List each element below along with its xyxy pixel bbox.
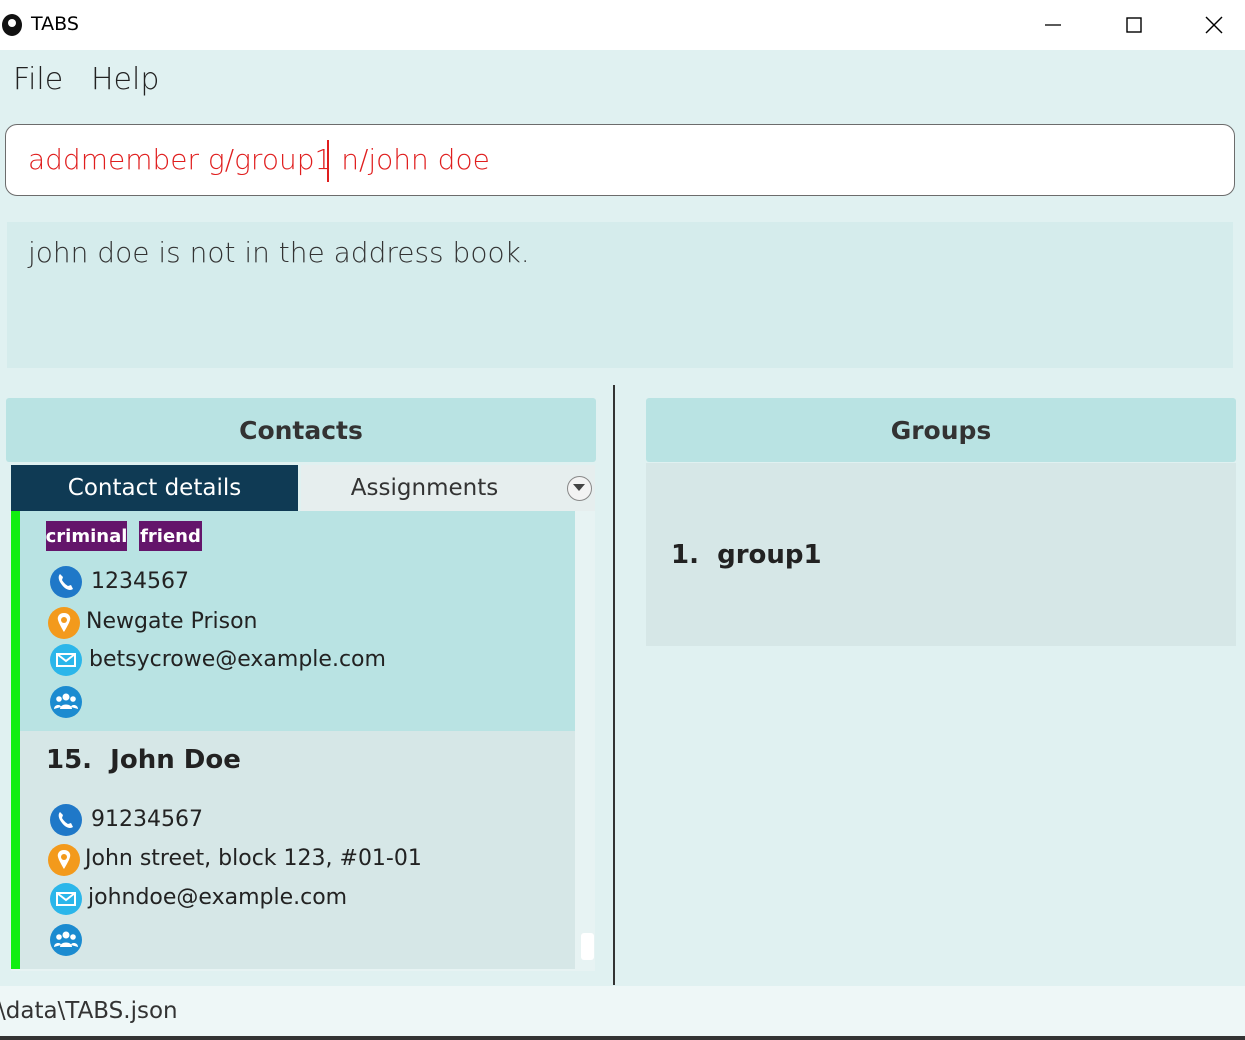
- tag-badge: criminal: [46, 521, 127, 551]
- group-icon: [50, 686, 82, 718]
- tab-assignments[interactable]: Assignments: [301, 465, 548, 511]
- minimize-icon: [1045, 24, 1061, 26]
- close-button[interactable]: [1174, 0, 1245, 50]
- contacts-header: Contacts: [6, 398, 596, 462]
- tab-contact-details[interactable]: Contact details: [11, 465, 298, 511]
- command-input[interactable]: addmember g/group1 n/john doe: [5, 124, 1235, 196]
- text-caret: [327, 140, 329, 182]
- email-icon: [50, 883, 82, 915]
- result-display: john doe is not in the address book.: [7, 222, 1233, 368]
- group-icon: [50, 924, 82, 956]
- contact-name-text: John Doe: [110, 745, 241, 775]
- groups-header: Groups: [646, 398, 1236, 462]
- contact-index: 15.: [46, 745, 93, 775]
- menu-bar: [0, 50, 1245, 114]
- contact-phone: 91234567: [91, 807, 203, 832]
- menu-file[interactable]: File: [13, 62, 63, 97]
- phone-icon: [50, 804, 82, 836]
- tag-badge: friend: [139, 521, 202, 551]
- maximize-button[interactable]: [1094, 0, 1174, 50]
- contact-address: Newgate Prison: [86, 609, 258, 634]
- menu-help[interactable]: Help: [91, 62, 159, 97]
- close-icon: [1205, 16, 1223, 34]
- minimize-button[interactable]: [1013, 0, 1093, 50]
- contact-name: 15. John Doe: [46, 745, 241, 775]
- status-bar: [0, 986, 1245, 1036]
- scrollbar-thumb[interactable]: [581, 933, 594, 960]
- command-text: addmember g/group1 n/john doe: [28, 143, 490, 176]
- window-title: TABS: [31, 13, 79, 35]
- chevron-down-icon: [573, 484, 585, 491]
- save-location: \data\TABS.json: [0, 998, 178, 1024]
- selection-indicator: [11, 511, 20, 969]
- contact-email: betsycrowe@example.com: [89, 647, 386, 672]
- group-name: 1. group1: [671, 540, 822, 570]
- location-icon: [48, 607, 80, 639]
- maximize-icon: [1126, 17, 1142, 33]
- email-icon: [50, 644, 82, 676]
- contact-address: John street, block 123, #01-01: [85, 846, 422, 871]
- tab-dropdown-button[interactable]: [567, 476, 592, 501]
- group-name-text: group1: [717, 540, 822, 570]
- group-index: 1.: [671, 540, 699, 570]
- contact-phone: 1234567: [91, 569, 189, 594]
- result-message: john doe is not in the address book.: [28, 236, 530, 269]
- app-icon: [2, 14, 22, 36]
- window-bottom-edge: [0, 1036, 1245, 1040]
- split-pane-divider[interactable]: [613, 385, 615, 985]
- location-icon: [48, 844, 80, 876]
- phone-icon: [50, 566, 82, 598]
- contact-email: johndoe@example.com: [88, 885, 348, 910]
